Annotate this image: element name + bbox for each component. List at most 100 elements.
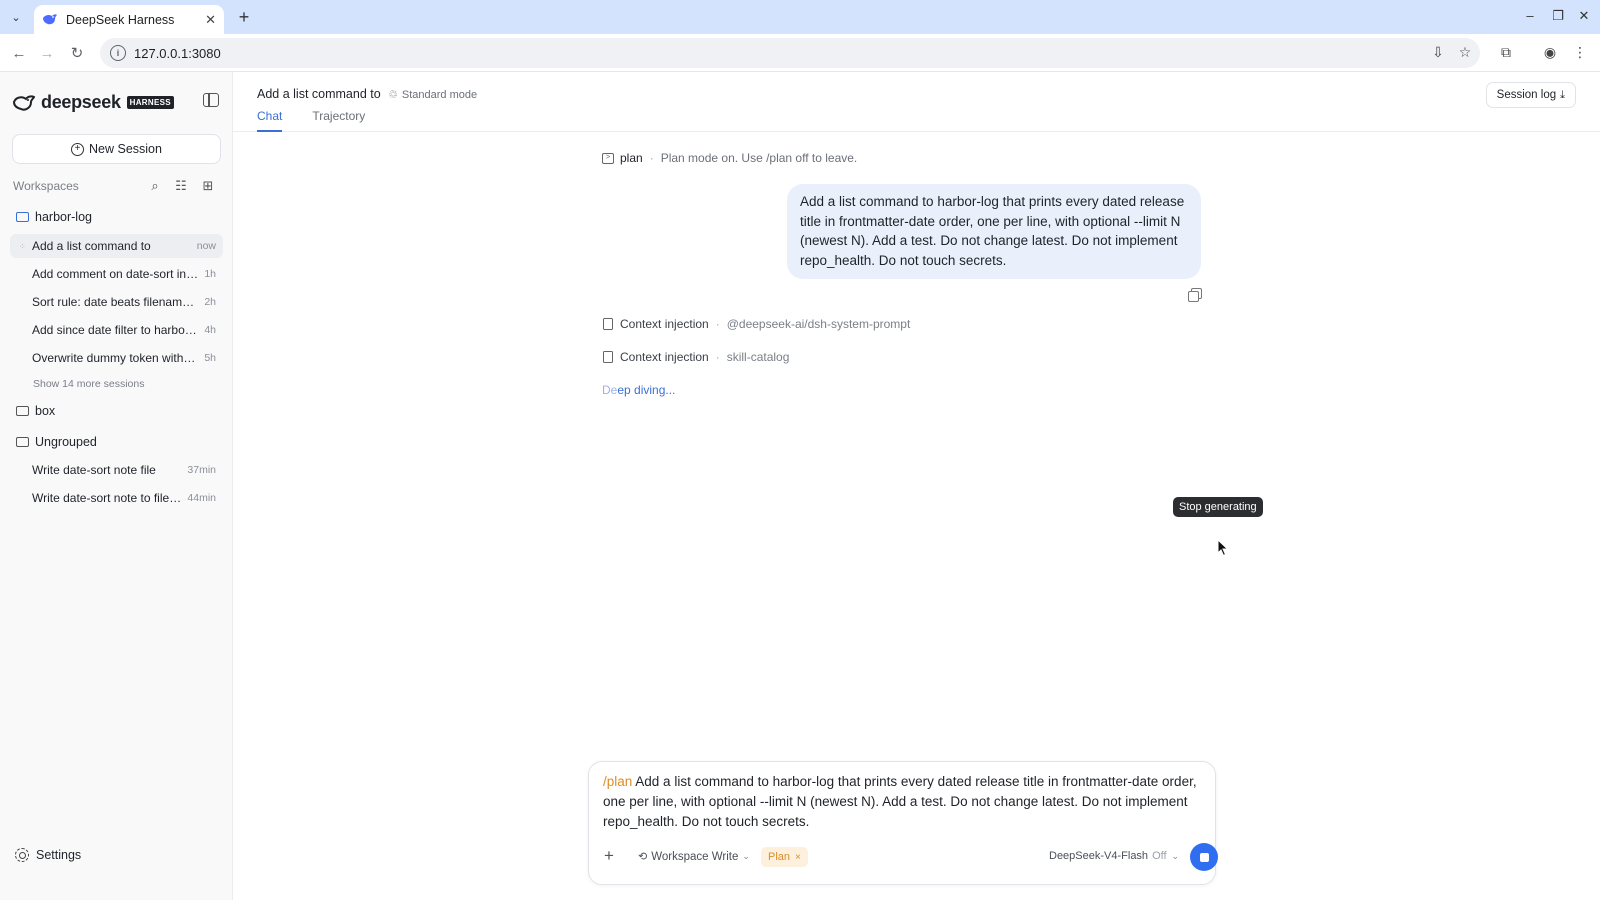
plus-circle-icon: +: [71, 142, 85, 156]
context-label: Context injection: [620, 350, 709, 364]
plan-mode-event: > plan · Plan mode on. Use /plan off to …: [602, 151, 857, 165]
thinking-status: Deep diving...: [602, 383, 675, 397]
deepseek-whale-icon: [13, 94, 35, 111]
session-time: now: [196, 240, 216, 252]
folder-icon: [16, 437, 29, 447]
session-title: Add a list command to: [32, 239, 151, 253]
browser-menu-icon[interactable]: ⋮: [1571, 44, 1589, 61]
copy-icon[interactable]: [1188, 288, 1202, 302]
download-icon: ⤓: [1560, 88, 1565, 101]
session-log-button[interactable]: Session log ⤓: [1485, 82, 1576, 108]
remove-chip-icon[interactable]: ×: [795, 852, 801, 863]
workspaces-label: Workspaces: [13, 179, 79, 193]
model-select[interactable]: DeepSeek-V4-Flash Off ⌄: [1049, 850, 1179, 862]
session-item[interactable]: Add since date filter to harbor… 4h: [10, 318, 223, 342]
workspace-name: box: [35, 404, 56, 418]
tab-search-icon[interactable]: ⌄: [6, 7, 26, 27]
separator-dot: ·: [715, 350, 720, 364]
session-item[interactable]: Add comment on date-sort in … 1h: [10, 262, 223, 286]
session-title: Add comment on date-sort in …: [32, 267, 199, 281]
extensions-icon[interactable]: ⧉: [1497, 44, 1515, 61]
session-item[interactable]: Write date-sort note to file … 44min: [10, 486, 223, 510]
tab-title: DeepSeek Harness: [66, 12, 175, 27]
slash-command: /plan: [603, 774, 633, 789]
context-value: skill-catalog: [726, 350, 790, 364]
session-item[interactable]: Write date-sort note file 37min: [10, 458, 223, 482]
tab-trajectory[interactable]: Trajectory: [312, 109, 365, 132]
show-more-sessions-link[interactable]: Show 14 more sessions: [33, 378, 144, 390]
context-injection-row[interactable]: Context injection · @deepseek-ai/dsh-sys…: [603, 317, 910, 331]
bookmark-star-icon[interactable]: ☆: [1456, 44, 1474, 61]
session-time: 2h: [204, 296, 216, 308]
browser-tab[interactable]: DeepSeek Harness ✕: [34, 5, 224, 34]
browser-tabstrip: ⌄ DeepSeek Harness ✕ + – ❐ ✕: [0, 0, 1600, 34]
session-title: Write date-sort note to file …: [32, 491, 182, 505]
workspace-ungrouped[interactable]: Ungrouped: [16, 432, 97, 452]
session-item[interactable]: Sort rule: date beats filename… 2h: [10, 290, 223, 314]
stop-icon: [1199, 852, 1209, 862]
terminal-icon: >: [602, 152, 614, 164]
search-icon[interactable]: ⌕: [147, 178, 163, 194]
session-time: 44min: [187, 492, 216, 504]
filter-icon[interactable]: ☷: [173, 178, 189, 194]
brand-name: deepseek: [41, 92, 121, 112]
forward-icon[interactable]: →: [36, 42, 58, 64]
plan-chip-label: Plan: [768, 851, 791, 863]
profile-icon[interactable]: ◉: [1541, 44, 1559, 61]
message-composer[interactable]: /plan Add a list command to harbor-log t…: [588, 761, 1218, 885]
brand-logo: deepseek HARNESS: [13, 92, 174, 113]
workspace-permission-select[interactable]: ⟲ Workspace Write ⌄: [638, 850, 750, 864]
new-session-button[interactable]: + New Session: [12, 134, 221, 164]
url-text: 127.0.0.1:3080: [134, 45, 221, 61]
browser-toolbar: ← → ↻ i 127.0.0.1:3080 ⇩ ☆ ⧉ ◉ ⋮: [0, 34, 1600, 72]
session-header: Add a list command to ♲ Standard mode Ch…: [233, 72, 1600, 132]
session-title: Write date-sort note file: [32, 463, 156, 477]
workspace-harbor-log[interactable]: harbor-log: [16, 207, 92, 227]
composer-input[interactable]: /plan Add a list command to harbor-log t…: [603, 772, 1213, 832]
mouse-cursor-icon: [1217, 539, 1229, 557]
address-bar[interactable]: i 127.0.0.1:3080: [100, 38, 1480, 68]
install-app-icon[interactable]: ⇩: [1429, 44, 1447, 61]
window-close-icon[interactable]: ✕: [1575, 8, 1593, 24]
minimize-icon[interactable]: –: [1521, 8, 1539, 23]
site-info-icon[interactable]: i: [110, 45, 126, 61]
chevron-down-icon: ⌄: [1171, 850, 1180, 861]
plan-note: Plan mode on. Use /plan off to leave.: [660, 151, 858, 165]
new-folder-icon[interactable]: ⊞: [200, 178, 216, 194]
main-panel: Add a list command to ♲ Standard mode Ch…: [233, 72, 1600, 900]
document-icon: [603, 351, 613, 363]
sidebar: deepseek HARNESS + New Session Workspace…: [0, 72, 233, 900]
settings-button[interactable]: Settings: [15, 848, 81, 862]
session-log-label: Session log: [1496, 89, 1557, 101]
tab-chat[interactable]: Chat: [257, 109, 283, 132]
workspace-box[interactable]: box: [16, 401, 55, 421]
workspace-name: harbor-log: [35, 210, 92, 224]
plan-chip[interactable]: Plan ×: [761, 847, 808, 867]
mode-label: Standard mode: [401, 88, 478, 101]
reload-icon[interactable]: ↻: [66, 42, 88, 64]
thinking-status-fade: De: [602, 383, 618, 397]
session-title: Add a list command to: [257, 87, 381, 101]
thinking-state: Off: [1152, 850, 1167, 862]
attach-plus-icon[interactable]: +: [599, 847, 619, 867]
context-injection-row[interactable]: Context injection · skill-catalog: [603, 350, 789, 364]
chevron-down-icon: ⌄: [742, 851, 750, 861]
new-tab-button[interactable]: +: [234, 7, 254, 27]
separator-dot: ·: [715, 317, 720, 331]
context-label: Context injection: [620, 317, 709, 331]
back-icon[interactable]: ←: [8, 42, 30, 64]
thinking-status-rest: ep diving...: [617, 383, 676, 397]
session-title: Sort rule: date beats filename…: [32, 295, 199, 309]
mode-indicator[interactable]: ♲ Standard mode: [388, 88, 478, 102]
restore-icon[interactable]: ❐: [1549, 8, 1567, 24]
sidebar-toggle-icon[interactable]: [203, 93, 219, 107]
stop-generating-button[interactable]: [1190, 843, 1218, 871]
tab-close-icon[interactable]: ✕: [205, 12, 216, 28]
session-title: Add since date filter to harbor…: [32, 323, 199, 337]
gear-icon: [15, 848, 29, 862]
session-time: 37min: [187, 464, 216, 476]
session-item[interactable]: Overwrite dummy token with … 5h: [10, 346, 223, 370]
plan-command: plan: [620, 151, 643, 165]
session-time: 1h: [204, 268, 216, 280]
session-item[interactable]: ⁘ Add a list command to now: [10, 234, 223, 258]
